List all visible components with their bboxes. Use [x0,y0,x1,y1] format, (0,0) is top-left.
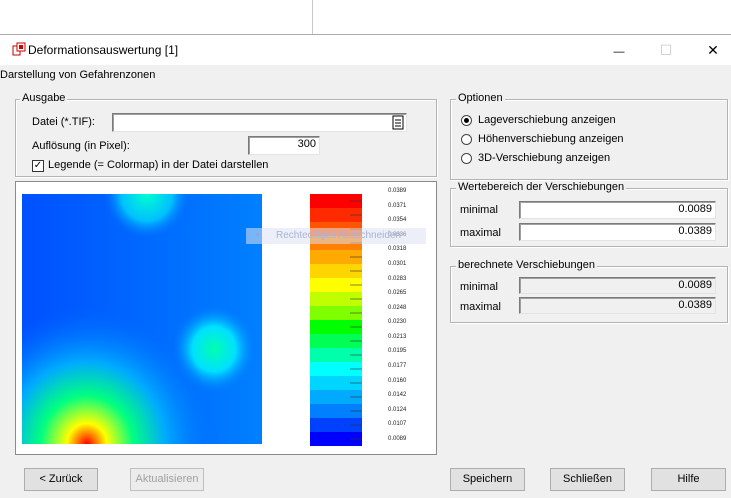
colormap-tick-label: 0.0107 [388,421,407,428]
colormap-tick-label: 0.0124 [388,406,407,413]
wb-max-label: maximal [460,227,501,239]
colormap-tick-label: 0.0371 [388,202,407,209]
colormap-tick-label: 0.0283 [388,275,407,282]
file-label: Datei (*.TIF): [32,116,95,128]
preview-area: 0.03890.03710.03540.03360.03180.03010.02… [15,181,437,455]
berechnet-legend: berechnete Verschiebungen [456,259,597,271]
wb-max-input[interactable]: 0.0389 [519,223,716,241]
background-window [0,0,313,35]
colormap-tick-label: 0.0160 [388,377,407,384]
colormap-tick-label: 0.0230 [388,319,407,326]
maximize-button[interactable]: ☐ [643,35,689,65]
radio-hoehenverschiebung[interactable] [461,134,472,145]
colormap-tick-label: 0.0089 [388,436,407,442]
dialog-window: Deformationsauswertung [1] — ☐ ✕ Darstel… [0,34,731,498]
file-browse-icon[interactable] [392,115,404,130]
colormap-tick-label: 0.0195 [388,348,407,355]
app-icon [12,42,26,56]
colormap-tick-label: 0.0265 [388,290,407,297]
help-button[interactable]: Hilfe [651,468,726,491]
colormap-tick-label: 0.0248 [388,304,407,311]
back-button[interactable]: < Zurück [24,468,98,491]
close-window-button[interactable]: ✕ [690,35,731,65]
colormap-tick-label: 0.0177 [388,363,407,370]
legend-checkbox[interactable]: ✓ [32,160,44,172]
close-button[interactable]: Schließen [550,468,625,491]
wb-min-label: minimal [460,204,498,216]
legend-checkbox-label: Legende (= Colormap) in der Datei darste… [48,159,269,171]
radio-3d-verschiebung[interactable] [461,153,472,164]
resolution-label: Auflösung (in Pixel): [32,140,130,152]
radio-label-lage: Lageverschiebung anzeigen [478,114,616,126]
maximize-icon: ☐ [659,42,673,58]
wertebereich-legend: Wertebereich der Verschiebungen [456,181,627,193]
optionen-legend: Optionen [456,92,505,104]
dialog-subtitle: Darstellung von Gefahrenzonen [0,69,156,81]
radio-label-3d: 3D-Verschiebung anzeigen [478,152,611,164]
colormap-tick-label: 0.0318 [388,246,407,253]
title-bar[interactable]: Deformationsauswertung [1] — ☐ ✕ [0,35,731,65]
ausgabe-legend: Ausgabe [20,92,68,104]
colormap-tick-label: 0.0142 [388,392,407,399]
colormap-tick-label: 0.0301 [388,260,407,267]
bv-min-value: 0.0089 [519,277,716,294]
berechnet-group [450,266,728,323]
refresh-button[interactable]: Aktualisieren [130,468,204,491]
wb-min-input[interactable]: 0.0089 [519,201,716,219]
tooltip-overlay: • Rechteckiges Ausschneiden [246,228,426,244]
tooltip-text: Rechteckiges Ausschneiden [276,230,402,241]
bv-max-value: 0.0389 [519,297,716,314]
colormap-tick-label: 0.0354 [388,217,407,224]
file-input[interactable] [112,113,407,132]
resolution-input[interactable]: 300 [248,136,320,155]
minimize-button[interactable]: — [596,35,642,65]
radio-label-hoehe: Höhenverschiebung anzeigen [478,133,624,145]
bv-max-label: maximal [460,301,501,313]
radio-lageverschiebung[interactable] [461,115,472,126]
minimize-icon: — [613,46,625,58]
deformation-heatmap [22,194,262,444]
save-button[interactable]: Speichern [450,468,525,491]
window-title: Deformationsauswertung [1] [28,43,179,57]
bv-min-label: minimal [460,281,498,293]
colormap-tick-label: 0.0389 [388,188,407,194]
close-icon: ✕ [707,42,719,58]
colormap-tick-label: 0.0213 [388,333,407,340]
